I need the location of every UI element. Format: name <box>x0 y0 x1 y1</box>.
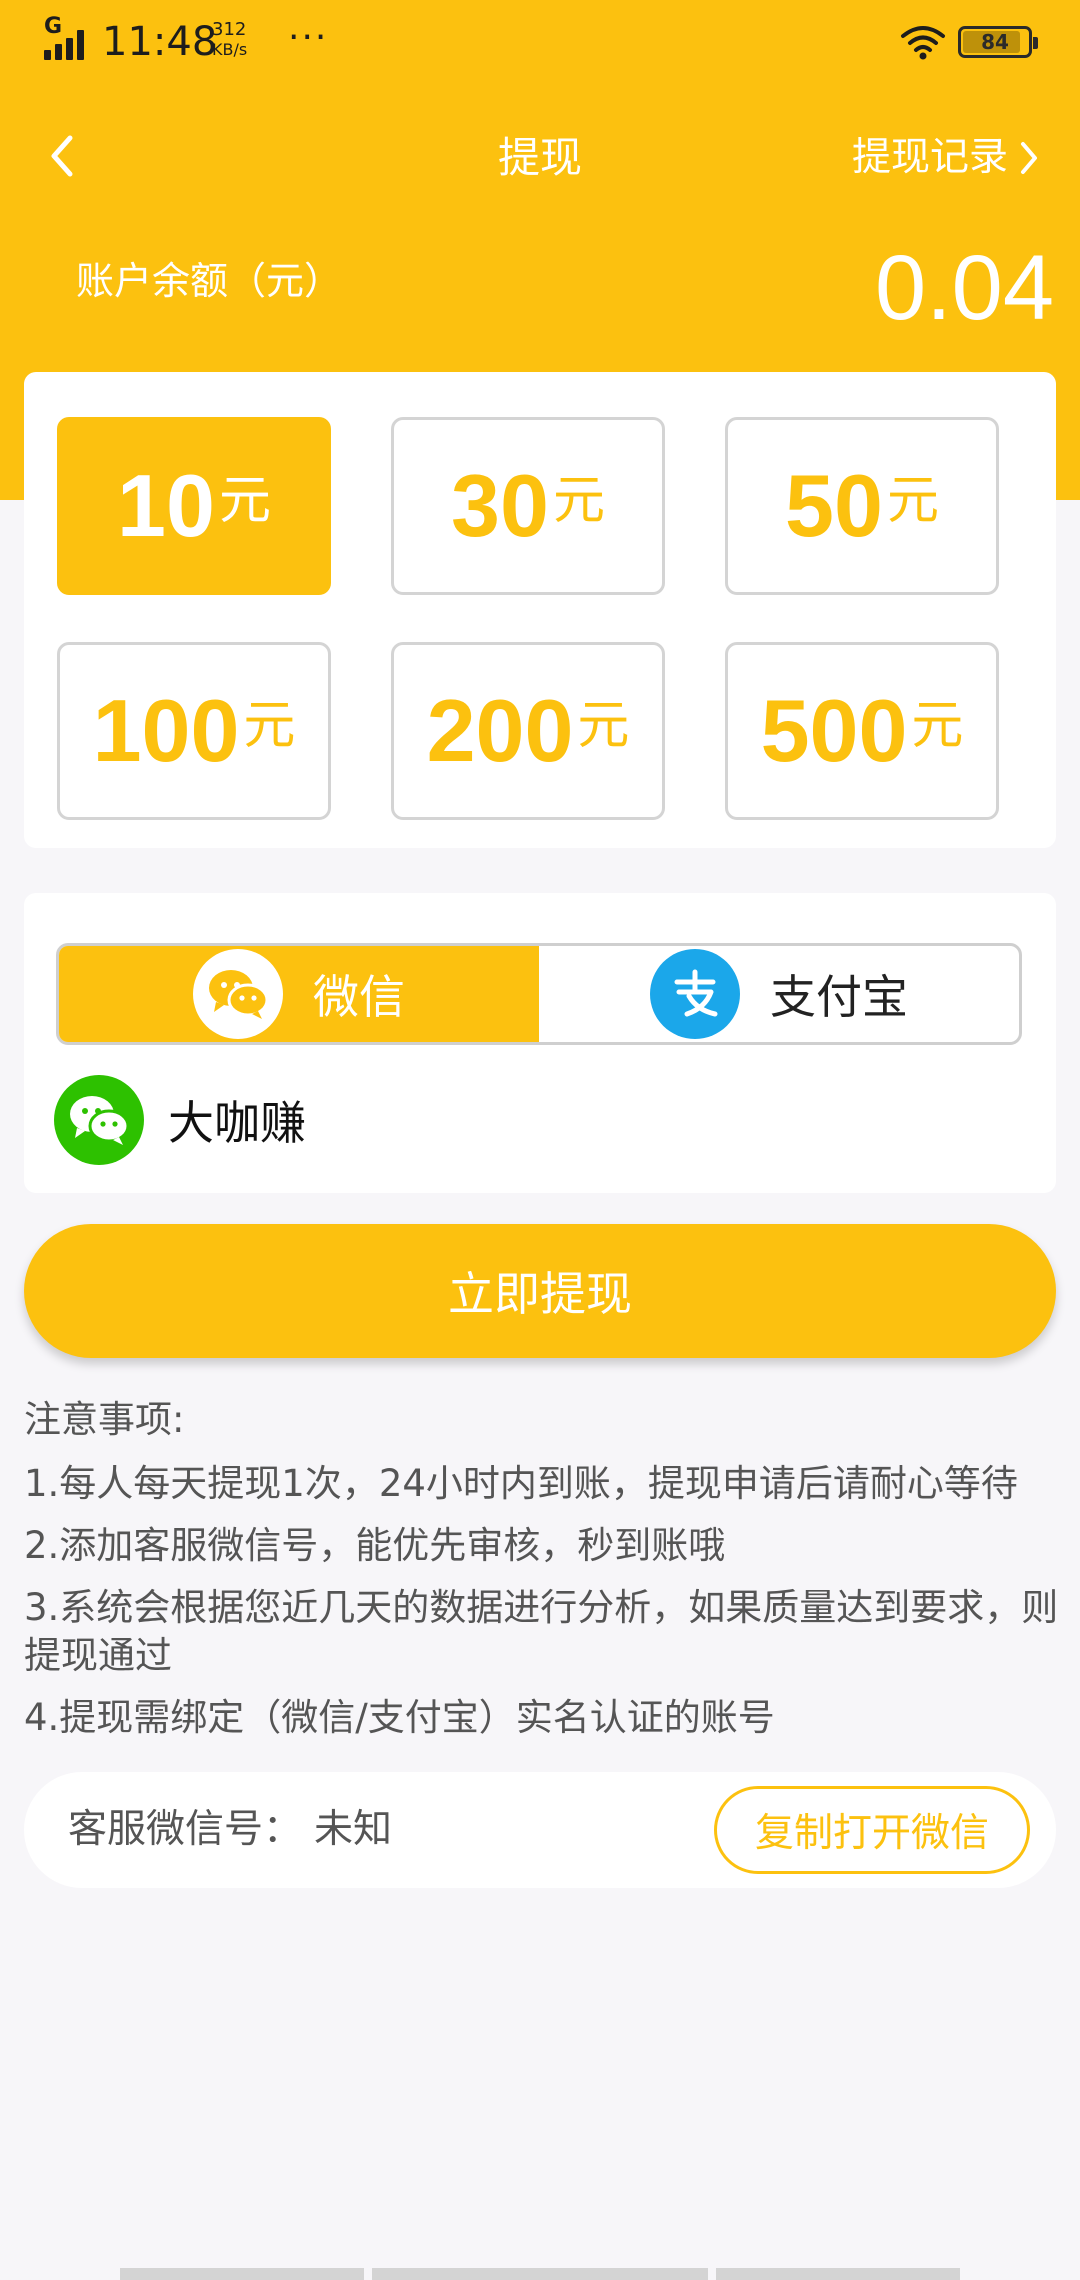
wechat-icon <box>54 1075 144 1165</box>
copy-open-wechat-button[interactable]: 复制打开微信 <box>714 1786 1030 1874</box>
amount-unit: 元 <box>218 471 271 531</box>
amount-option-100[interactable]: 100 元 <box>57 642 331 820</box>
bottom-handle <box>120 2268 364 2280</box>
amount-unit: 元 <box>552 471 605 531</box>
note-item: 4.提现需绑定（微信/支付宝）实名认证的账号 <box>24 1696 775 1739</box>
wechat-account-name: 大咖赚 <box>168 1096 306 1150</box>
amount-unit: 元 <box>886 471 939 531</box>
withdraw-now-button[interactable]: 立即提现 <box>24 1224 1056 1358</box>
alipay-icon <box>650 949 740 1039</box>
payment-option-label: 微信 <box>313 970 405 1024</box>
amount-card: 10 元 30 元 50 元 100 元 200 元 500 元 <box>24 372 1056 848</box>
customer-service-card: 客服微信号： 未知 复制打开微信 <box>24 1772 1056 1888</box>
note-item: 3.系统会根据您近几天的数据进行分析，如果质量达到要求，则提现通过 <box>24 1586 1059 1677</box>
bottom-handle <box>372 2268 708 2280</box>
wechat-account[interactable]: 大咖赚 <box>54 1073 306 1167</box>
bottom-handle <box>716 2268 960 2280</box>
notes-title: 注意事项: <box>24 1398 185 1441</box>
amount-option-10[interactable]: 10 元 <box>57 417 331 595</box>
note-item: 2.添加客服微信号，能优先审核，秒到账哦 <box>24 1524 726 1567</box>
more-notifications-icon: ··· <box>288 17 329 58</box>
amount-option-30[interactable]: 30 元 <box>391 417 665 595</box>
status-time: 11:48 <box>102 19 218 65</box>
amount-unit: 元 <box>911 696 964 756</box>
chevron-right-icon <box>1021 142 1037 174</box>
amount-value: 100 <box>92 681 240 780</box>
amount-option-50[interactable]: 50 元 <box>725 417 999 595</box>
balance-label: 账户余额（元） <box>76 259 343 303</box>
amount-unit: 元 <box>577 696 630 756</box>
network-type: G <box>44 14 63 39</box>
note-item: 1.每人每天提现1次，24小时内到账，提现申请后请耐心等待 <box>24 1462 1018 1505</box>
payment-option-label: 支付宝 <box>770 970 908 1024</box>
service-wechat-label: 客服微信号： <box>68 1807 303 1852</box>
signal-icon: G <box>44 16 94 60</box>
amount-unit: 元 <box>243 696 296 756</box>
withdraw-record-label: 提现记录 <box>851 135 1008 180</box>
amount-value: 30 <box>451 456 549 555</box>
amount-option-200[interactable]: 200 元 <box>391 642 665 820</box>
network-speed-unit: KB/s <box>212 40 248 59</box>
withdraw-record-link[interactable]: 提现记录 <box>852 130 1040 186</box>
payment-method-toggle: 微信 支付宝 <box>56 943 1022 1045</box>
battery-icon: 84 <box>958 26 1038 58</box>
payment-option-alipay[interactable]: 支付宝 <box>539 946 1019 1042</box>
balance-value: 0.04 <box>874 237 1054 339</box>
service-wechat-value: 未知 <box>314 1807 393 1852</box>
network-speed: 312 KB/s <box>212 20 247 60</box>
amount-value: 50 <box>785 456 883 555</box>
amount-value: 200 <box>426 681 574 780</box>
amount-option-500[interactable]: 500 元 <box>725 642 999 820</box>
amount-value: 10 <box>117 456 215 555</box>
wechat-icon <box>193 949 283 1039</box>
status-bar: G 11:48 312 KB/s ··· 84 <box>0 0 1080 86</box>
wifi-icon <box>901 26 945 60</box>
amount-value: 500 <box>760 681 908 780</box>
notes-section: 注意事项: 1.每人每天提现1次，24小时内到账，提现申请后请耐心等待 2.添加… <box>24 1396 1064 1756</box>
payment-card: 微信 支付宝 大咖赚 <box>24 893 1056 1193</box>
battery-level: 84 <box>981 30 1009 54</box>
payment-option-wechat[interactable]: 微信 <box>59 946 539 1042</box>
network-speed-value: 312 <box>212 19 247 40</box>
